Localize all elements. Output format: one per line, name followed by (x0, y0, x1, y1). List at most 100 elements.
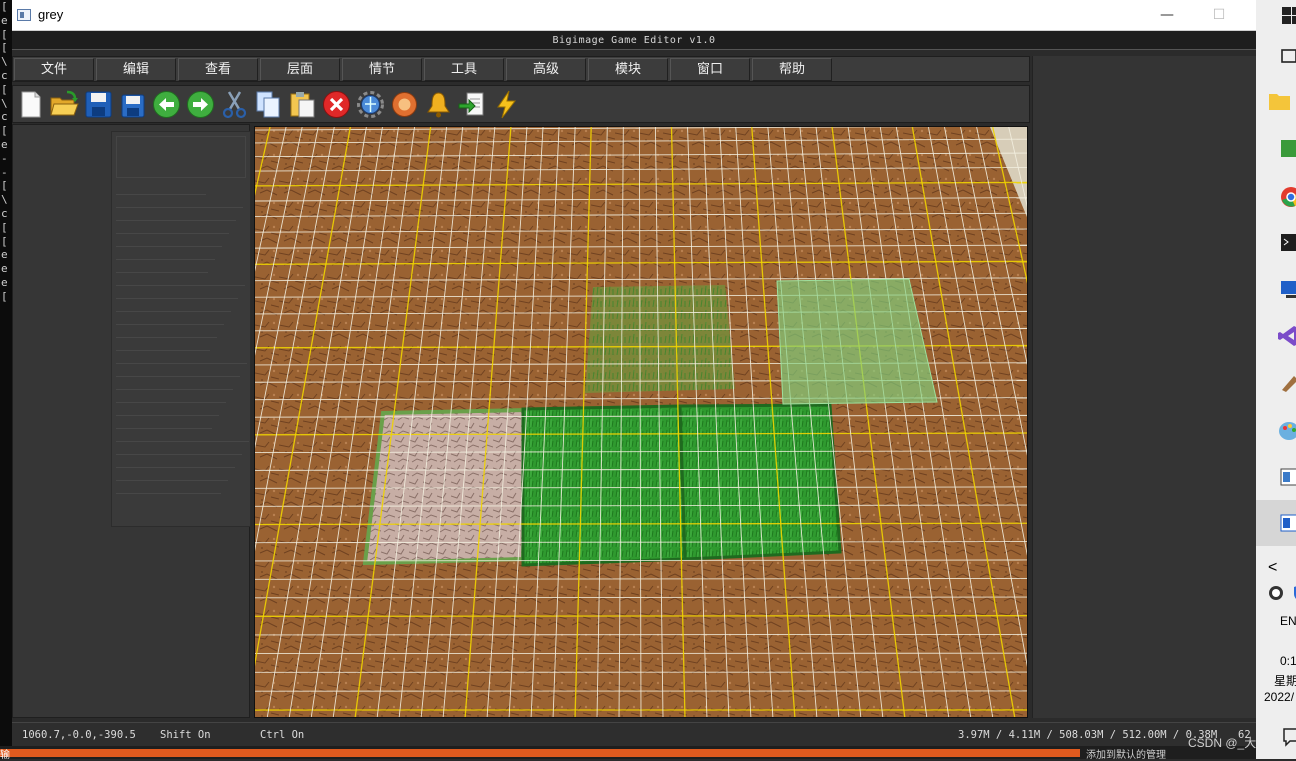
console-line: [ (0, 235, 12, 249)
console-line: [ (0, 28, 12, 42)
scene-viewport[interactable] (254, 126, 1028, 718)
save-as-icon (117, 89, 148, 120)
console-line: c (0, 207, 12, 221)
console-line: - (0, 166, 12, 180)
cut-icon (219, 89, 250, 120)
notification-icon[interactable] (1282, 726, 1296, 748)
menu-window[interactable]: 窗口 (670, 58, 750, 81)
chrome-icon[interactable] (1280, 186, 1296, 208)
editor-window-icon[interactable] (1280, 466, 1296, 488)
console-line: [ (0, 290, 12, 304)
task-view-icon[interactable] (1280, 46, 1296, 68)
menu-advanced[interactable]: 高级 (506, 58, 586, 81)
minimize-button[interactable]: — (1144, 4, 1190, 26)
faded-text-line (116, 311, 231, 312)
browser-icon (389, 89, 420, 120)
bell-button[interactable] (423, 89, 454, 120)
faded-text-line (116, 428, 212, 429)
monitor-app-icon[interactable] (1280, 138, 1296, 160)
paste-button[interactable] (287, 89, 318, 120)
file-explorer-icon[interactable] (1268, 90, 1292, 112)
browser-button[interactable] (389, 89, 420, 120)
save-button[interactable] (83, 89, 114, 120)
console-line: \ (0, 55, 12, 69)
console-line (0, 428, 12, 442)
save-icon (83, 89, 114, 120)
export-icon (457, 89, 488, 120)
selection-rectangle[interactable] (777, 279, 937, 404)
menu-file[interactable]: 文件 (14, 58, 94, 81)
back-button[interactable] (151, 89, 182, 120)
console-line: c (0, 69, 12, 83)
console-line: - (0, 152, 12, 166)
open-button[interactable] (49, 89, 80, 120)
terrain-scene[interactable] (255, 127, 1028, 718)
console-line: e (0, 248, 12, 262)
status-bar: 1060.7,-0.0,-390.5 Shift On Ctrl On 3.97… (12, 722, 1256, 746)
clock-time[interactable]: 0:1 (1280, 654, 1296, 668)
shield-icon[interactable] (1290, 585, 1296, 607)
forward-button[interactable] (185, 89, 216, 120)
console-line (0, 538, 12, 552)
visual-studio-icon[interactable] (1278, 325, 1296, 347)
menu-view[interactable]: 查看 (178, 58, 258, 81)
menu-plot[interactable]: 情节 (342, 58, 422, 81)
console-line: [ (0, 41, 12, 55)
remote-desktop-icon[interactable] (1280, 278, 1296, 300)
terminal-icon[interactable] (1280, 232, 1296, 254)
console-line (0, 676, 12, 690)
console-line (0, 607, 12, 621)
faded-text-line (116, 493, 221, 494)
console-line: [ (0, 124, 12, 138)
background-window-strip: 输 添加到默认的管理 (0, 746, 1256, 759)
windows-start-icon[interactable] (1282, 5, 1296, 27)
console-line (0, 469, 12, 483)
faded-text-line (116, 415, 219, 416)
faded-text-line (116, 402, 226, 403)
faded-text-line (116, 272, 208, 273)
menu-edit[interactable]: 编辑 (96, 58, 176, 81)
menu-help[interactable]: 帮助 (752, 58, 832, 81)
tools-app-icon[interactable] (1280, 372, 1296, 394)
active-editor-icon[interactable] (1280, 512, 1296, 534)
lightning-button[interactable] (491, 89, 522, 120)
taskbar: < EN 0:1 星期 2022/ (1256, 0, 1296, 759)
grid-line (255, 634, 1028, 635)
cursor-coordinates: 1060.7,-0.0,-390.5 (22, 729, 136, 741)
open-folder-icon (49, 89, 80, 120)
menu-tools[interactable]: 工具 (424, 58, 504, 81)
faded-text-line (116, 194, 206, 195)
export-button[interactable] (457, 89, 488, 120)
console-line: e (0, 138, 12, 152)
input-language[interactable]: EN (1280, 614, 1296, 628)
console-line (0, 662, 12, 676)
network-settings-button[interactable] (355, 89, 386, 120)
faded-text-line (116, 337, 217, 338)
save-as-button[interactable] (117, 89, 148, 120)
network-settings-icon (355, 89, 386, 120)
cut-button[interactable] (219, 89, 250, 120)
tray-app-icon[interactable] (1268, 585, 1292, 607)
paint-icon[interactable] (1278, 420, 1296, 442)
menu-module[interactable]: 模块 (588, 58, 668, 81)
maximize-button[interactable]: ☐ (1196, 4, 1242, 26)
console-line (0, 579, 12, 593)
copy-button[interactable] (253, 89, 284, 120)
console-line (0, 593, 12, 607)
background-console-strip: [e[[\c[\c[e--[\c[[eee[日志 (0, 0, 12, 759)
console-line (0, 317, 12, 331)
console-line (0, 483, 12, 497)
delete-button[interactable] (321, 89, 352, 120)
console-line (0, 510, 12, 524)
new-file-button[interactable] (15, 89, 46, 120)
menu-layer[interactable]: 层面 (260, 58, 340, 81)
faded-text-line (116, 259, 215, 260)
console-line (0, 690, 12, 704)
faded-text-line (116, 350, 210, 351)
faded-text-line (116, 376, 240, 377)
faded-text-line (116, 207, 243, 208)
tray-expand-chevron[interactable]: < (1268, 559, 1277, 577)
console-line (0, 621, 12, 635)
shift-status: Shift On (160, 729, 211, 741)
console-line: [ (0, 179, 12, 193)
